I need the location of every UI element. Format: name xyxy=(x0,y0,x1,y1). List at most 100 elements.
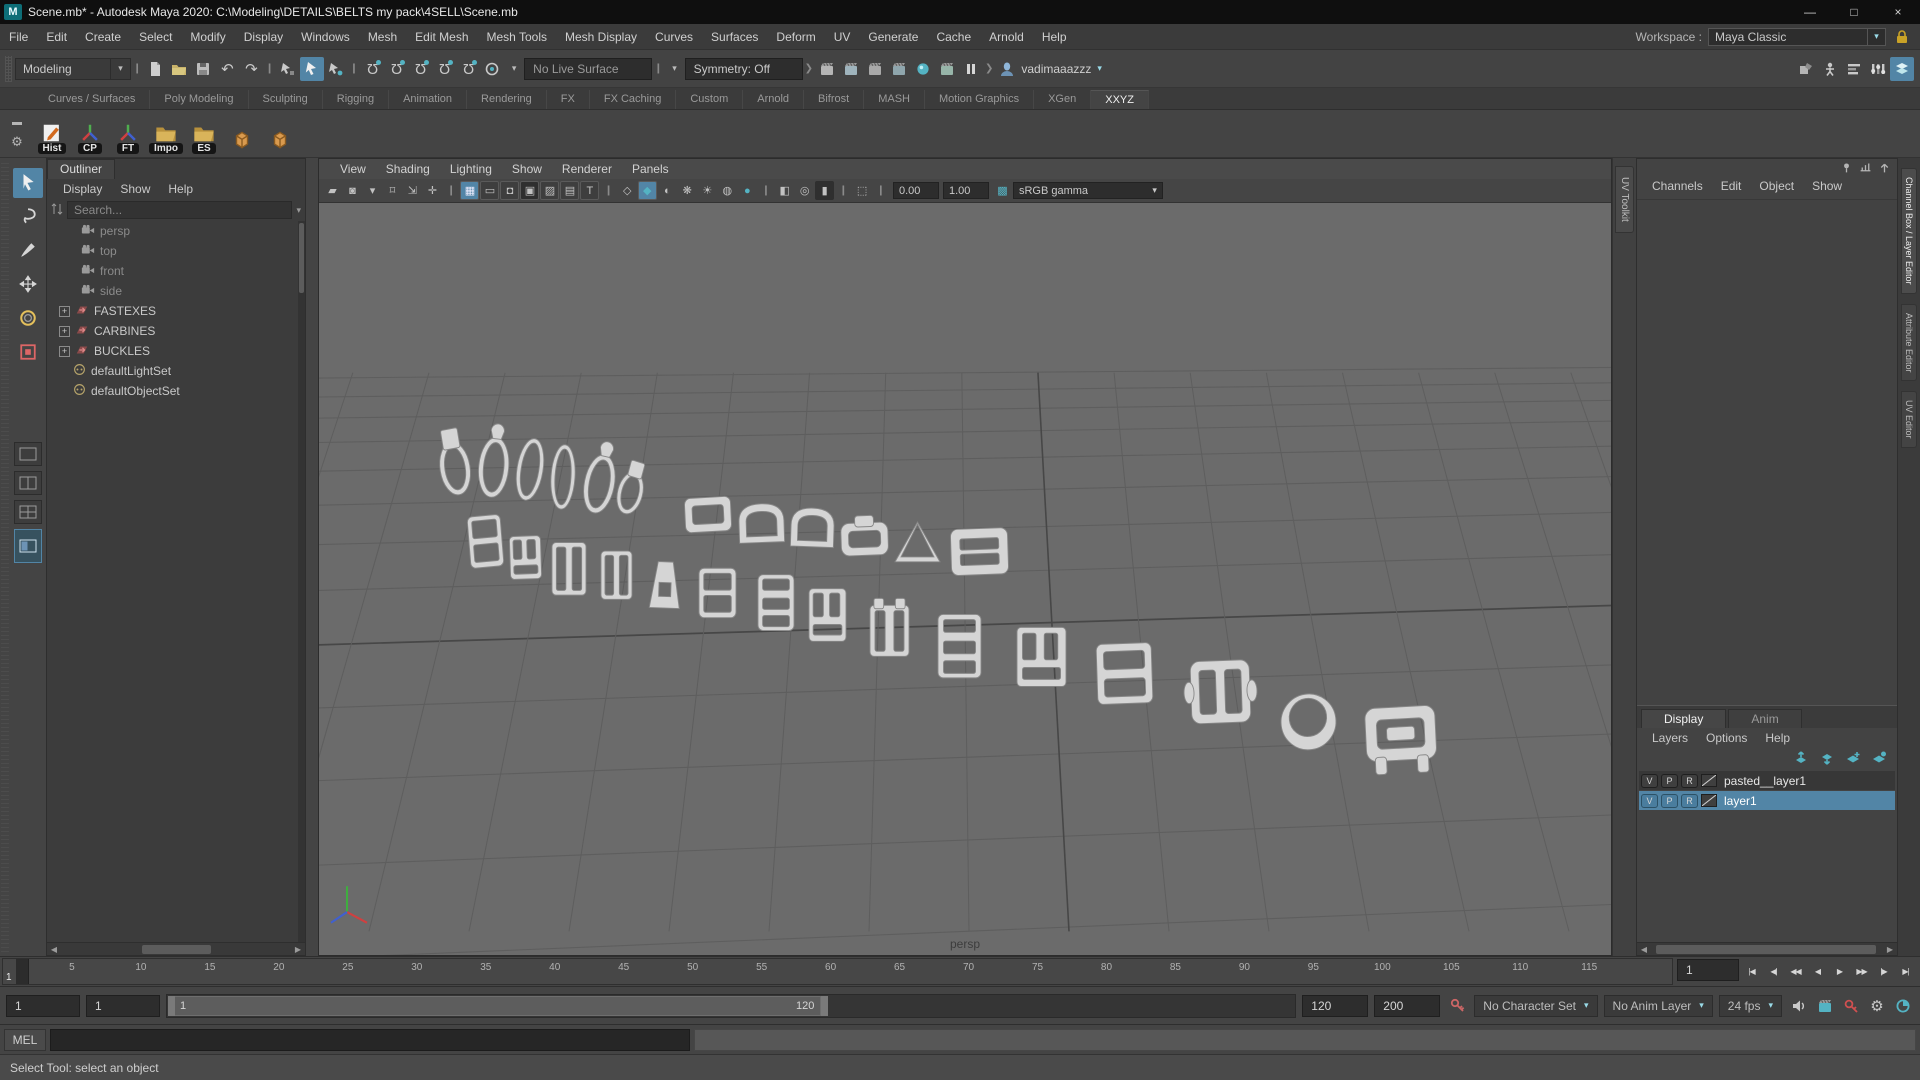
current-layout-button[interactable] xyxy=(14,529,42,563)
image-plane-icon[interactable]: ⌑ xyxy=(383,181,402,200)
outliner-item-persp[interactable]: persp xyxy=(47,221,305,241)
snap-point-icon[interactable]: Ω xyxy=(408,57,432,81)
expand-icon[interactable]: + xyxy=(59,325,70,337)
scroll-right-icon[interactable]: ▶ xyxy=(291,945,305,954)
outliner-item-defaultlightset[interactable]: defaultLightSet xyxy=(47,361,305,381)
outliner-item-side[interactable]: side xyxy=(47,281,305,301)
group-separator[interactable]: ❯ xyxy=(985,63,993,74)
toolbox-grip[interactable] xyxy=(1,162,9,952)
expand-icon[interactable]: + xyxy=(59,305,70,317)
exposure-field[interactable]: 0.00 xyxy=(892,182,939,199)
manipulator-icon[interactable] xyxy=(1878,161,1891,177)
channel-box-icon[interactable] xyxy=(1890,56,1914,81)
layer-toggle-r[interactable]: R xyxy=(1681,793,1698,808)
exposure-toggle-icon[interactable]: ▮ xyxy=(815,181,835,200)
layer-menu-options[interactable]: Options xyxy=(1697,731,1756,745)
menu-item-modify[interactable]: Modify xyxy=(181,30,234,44)
wireframe-icon[interactable]: ◇ xyxy=(618,181,637,200)
channel-box-menu-edit[interactable]: Edit xyxy=(1712,179,1751,199)
viewport-menu-renderer[interactable]: Renderer xyxy=(553,162,621,176)
snap-grid-icon[interactable]: Ω xyxy=(360,57,384,81)
playback-start-field[interactable]: 1 xyxy=(86,994,160,1017)
menu-item-mesh[interactable]: Mesh xyxy=(359,30,406,44)
menu-item-file[interactable]: File xyxy=(0,30,37,44)
viewport-menu-shading[interactable]: Shading xyxy=(377,162,439,176)
layer-color-swatch[interactable] xyxy=(1701,794,1717,807)
shelf-tab-motion-graphics[interactable]: Motion Graphics xyxy=(925,90,1035,109)
layer-toggle-v[interactable]: V xyxy=(1641,793,1658,808)
group-separator[interactable]: ❯ xyxy=(805,63,813,74)
scroll-left-icon[interactable]: ◀ xyxy=(47,945,61,954)
outliner-search-input[interactable]: Search... xyxy=(67,201,293,219)
shelf-tab-animation[interactable]: Animation xyxy=(389,90,468,109)
outliner-vscrollbar[interactable] xyxy=(298,221,305,942)
menu-item-curves[interactable]: Curves xyxy=(646,30,702,44)
paint-select-tool[interactable] xyxy=(13,236,43,266)
viewport-3d-stage[interactable]: persp xyxy=(319,203,1611,955)
modeling-toolkit-icon[interactable] xyxy=(1794,57,1818,81)
shelf-button-cube-1[interactable] xyxy=(224,114,260,154)
undo-icon[interactable]: ↶ xyxy=(215,57,239,81)
menu-item-windows[interactable]: Windows xyxy=(292,30,359,44)
smooth-shade-icon[interactable]: ◆ xyxy=(637,181,657,200)
channel-box-menu-object[interactable]: Object xyxy=(1750,179,1803,199)
pin-channel-icon[interactable] xyxy=(1840,161,1853,177)
shelf-button-es[interactable]: ES xyxy=(186,114,222,154)
light-editor-icon[interactable] xyxy=(911,57,935,81)
shelf-tab-arnold[interactable]: Arnold xyxy=(743,90,805,109)
shelf-button-ft[interactable]: FT xyxy=(110,114,146,154)
layer-row-layer1[interactable]: V P Rlayer1 xyxy=(1639,791,1895,810)
close-button[interactable]: × xyxy=(1876,0,1920,24)
viewport-menu-view[interactable]: View xyxy=(331,162,375,176)
open-scene-icon[interactable] xyxy=(167,57,191,81)
menu-item-surfaces[interactable]: Surfaces xyxy=(702,30,767,44)
character-key-icon[interactable] xyxy=(1446,995,1468,1017)
go-to-start-button[interactable]: |◀ xyxy=(1741,961,1762,983)
toolbar-grip[interactable] xyxy=(5,55,12,82)
playback-end-field[interactable]: 120 xyxy=(1302,994,1369,1017)
command-input[interactable] xyxy=(50,1028,690,1051)
redo-icon[interactable]: ↷ xyxy=(239,57,263,81)
shelf-gear-icon[interactable]: ⚙ xyxy=(11,134,23,150)
outliner-search-arrow-icon[interactable]: ▾ xyxy=(296,205,301,216)
scale-tool[interactable] xyxy=(13,338,43,368)
speaker-icon[interactable] xyxy=(1788,995,1810,1017)
menu-item-arnold[interactable]: Arnold xyxy=(980,30,1033,44)
time-slider-track[interactable]: 1 5 10 15 20 25 30 35 40 45 50 55 60 65 70 75 80 85 90 95 1… xyxy=(2,958,1673,985)
outliner-item-defaultobjectset[interactable]: defaultObjectSet xyxy=(47,381,305,401)
two-pane-layout-button[interactable] xyxy=(14,471,42,495)
gate-mask-icon[interactable]: ▣ xyxy=(520,181,540,200)
step-back-key-button[interactable]: ◀◀ xyxy=(1785,961,1806,983)
bookmark-icon[interactable]: ▾ xyxy=(363,181,382,200)
menu-item-edit-mesh[interactable]: Edit Mesh xyxy=(406,30,477,44)
panel-splitter[interactable] xyxy=(306,158,318,956)
layer-menu-layers[interactable]: Layers xyxy=(1643,731,1697,745)
viewport-menu-show[interactable]: Show xyxy=(503,162,551,176)
shelf-tab-custom[interactable]: Custom xyxy=(676,90,744,109)
symmetry-arrow-icon[interactable]: ▾ xyxy=(665,58,685,80)
oversan-icon[interactable]: ✛ xyxy=(423,181,442,200)
select-tool[interactable] xyxy=(13,168,43,198)
attribute-editor-icon[interactable] xyxy=(1842,57,1866,81)
render-current-frame-icon[interactable] xyxy=(863,57,887,81)
menu-item-help[interactable]: Help xyxy=(1033,30,1076,44)
shelf-tab-rigging[interactable]: Rigging xyxy=(323,90,390,109)
2d-pan-zoom-icon[interactable]: ⇲ xyxy=(403,181,422,200)
go-to-end-button[interactable]: ▶| xyxy=(1895,961,1916,983)
clapperboard-icon[interactable] xyxy=(1814,995,1836,1017)
range-end-handle[interactable] xyxy=(821,995,829,1016)
layer-toggle-p[interactable]: P xyxy=(1661,793,1678,808)
group-separator[interactable]: ❙ xyxy=(265,63,273,74)
gamma-field[interactable]: 1.00 xyxy=(942,182,989,199)
move-layer-up-icon[interactable] xyxy=(1793,750,1809,769)
shelf-tab-bifrost[interactable]: Bifrost xyxy=(804,90,865,109)
isolate-select-icon[interactable]: ⬚ xyxy=(853,181,872,200)
range-start-handle[interactable] xyxy=(168,995,175,1016)
rotate-tool[interactable] xyxy=(13,304,43,334)
view-transform-select[interactable]: sRGB gamma ▾ xyxy=(1012,182,1163,199)
save-scene-icon[interactable] xyxy=(191,57,215,81)
menu-item-uv[interactable]: UV xyxy=(825,30,860,44)
shelf-tab-curves-surfaces[interactable]: Curves / Surfaces xyxy=(34,90,151,109)
menu-item-cache[interactable]: Cache xyxy=(927,30,980,44)
workspace-dropdown-arrow-icon[interactable]: ▾ xyxy=(1868,27,1886,46)
